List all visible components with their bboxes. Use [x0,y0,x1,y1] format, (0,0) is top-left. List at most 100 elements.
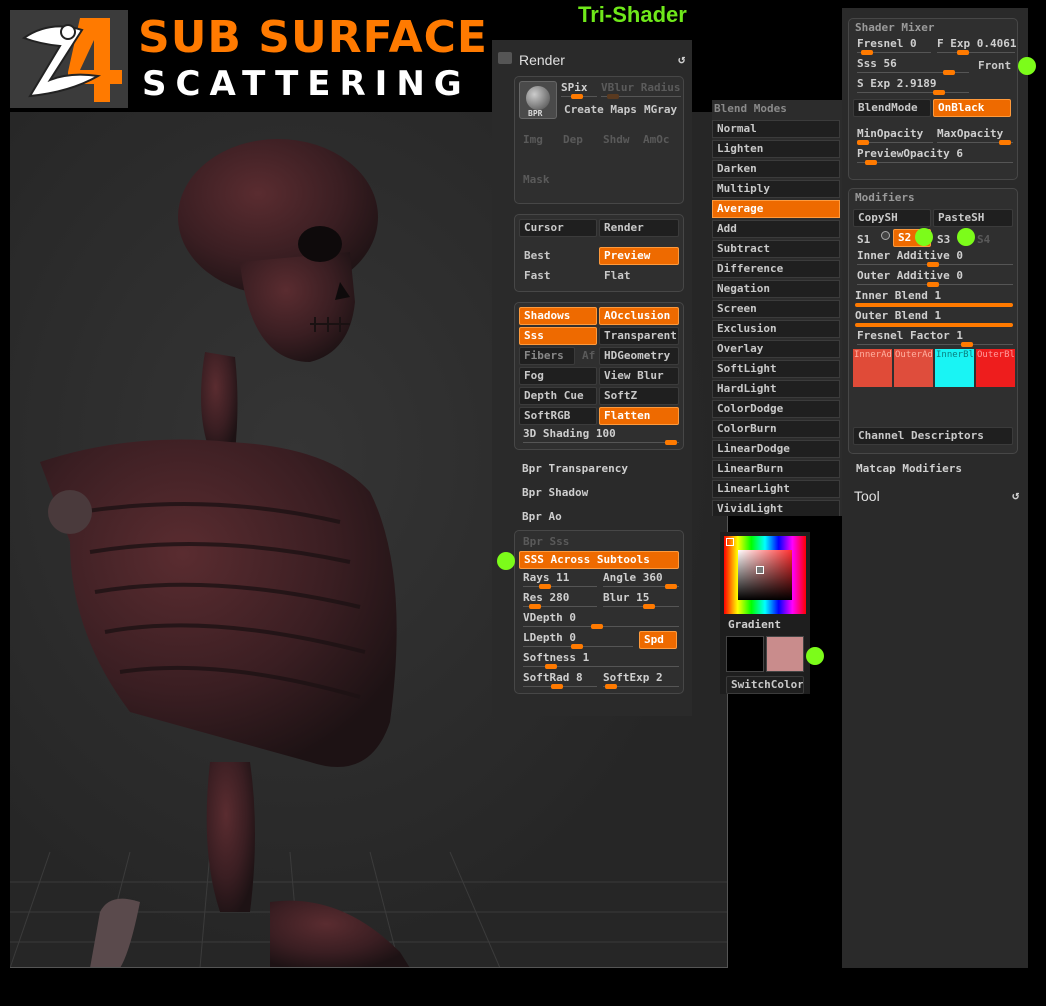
dep-label[interactable]: Dep [563,133,583,146]
fresnel-factor-slider[interactable]: Fresnel Factor 1 [857,329,1013,347]
render-panel-grip-icon[interactable] [498,52,512,64]
softz-button[interactable]: SoftZ [599,387,679,405]
pastesh-button[interactable]: PasteSH [933,209,1013,227]
s-exp-slider[interactable]: S Exp 2.9189 [857,77,969,95]
channel-descriptors-button[interactable]: Channel Descriptors [853,427,1013,445]
previewopacity-slider[interactable]: PreviewOpacity 6 [857,147,1013,165]
flatten-button[interactable]: Flatten [599,407,679,425]
softrgb-button[interactable]: SoftRGB [519,407,597,425]
outer-blend-slider[interactable]: Outer Blend 1 [855,309,1013,327]
shadows-button[interactable]: Shadows [519,307,597,325]
af-label[interactable]: Af [582,349,595,362]
blur-slider[interactable]: Blur 15 [603,591,679,609]
s1-radio-icon[interactable] [881,231,890,240]
sss-across-subtools-button[interactable]: SSS Across Subtools [519,551,679,569]
blend-mode-item[interactable]: Add [712,220,840,238]
spix-slider[interactable]: SPix [561,81,597,99]
bpr-sss-title[interactable]: Bpr Sss [523,535,569,548]
blend-mode-item[interactable]: ColorDodge [712,400,840,418]
switch-color-button[interactable]: SwitchColor [726,676,804,694]
inner-blend-slider[interactable]: Inner Blend 1 [855,289,1013,307]
inner-additive-slider[interactable]: Inner Additive 0 [857,249,1013,267]
sss-mixer-slider[interactable]: Sss 56 [857,57,969,75]
swatch-outer-blend[interactable]: OuterBle [976,349,1015,387]
blend-mode-item[interactable]: Screen [712,300,840,318]
blend-mode-item[interactable]: Subtract [712,240,840,258]
blend-mode-item[interactable]: Darken [712,160,840,178]
view-blur-button[interactable]: View Blur [599,367,679,385]
depth-cue-button[interactable]: Depth Cue [519,387,597,405]
mgray-button[interactable]: MGray [639,101,683,119]
refresh-icon[interactable]: ↺ [678,52,685,66]
angle-slider[interactable]: Angle 360 [603,571,679,589]
blend-mode-item[interactable]: Lighten [712,140,840,158]
s1-label[interactable]: S1 [857,233,870,246]
blend-mode-item[interactable]: LinearLight [712,480,840,498]
fresnel-slider[interactable]: Fresnel 0 [857,37,931,55]
blend-mode-item[interactable]: Average [712,200,840,218]
f-exp-slider[interactable]: F Exp 0.4061 [937,37,1016,55]
vdepth-slider[interactable]: VDepth 0 [523,611,679,629]
tool-title[interactable]: Tool [854,488,880,504]
bpr-transparency-item[interactable]: Bpr Transparency [522,462,628,475]
blend-mode-item[interactable]: Overlay [712,340,840,358]
softexp-slider[interactable]: SoftExp 2 [603,671,679,689]
tool-refresh-icon[interactable]: ↺ [1012,488,1019,502]
bpr-ao-item[interactable]: Bpr Ao [522,510,562,523]
img-label[interactable]: Img [523,133,543,146]
res-slider[interactable]: Res 280 [523,591,597,609]
blend-mode-item[interactable]: Normal [712,120,840,138]
vblur-radius-slider[interactable]: VBlur Radius [601,81,681,99]
s4-label[interactable]: S4 [977,233,990,246]
softness-slider[interactable]: Softness 1 [523,651,679,669]
gradient-label[interactable]: Gradient [728,618,781,631]
swatch-inner-additive[interactable]: InnerAdd [853,349,892,387]
transparent-button[interactable]: Transparent [599,327,679,345]
render-button[interactable]: Render [599,219,679,237]
blend-mode-item[interactable]: Difference [712,260,840,278]
aocclusion-button[interactable]: AOcclusion [599,307,679,325]
bpr-button[interactable]: BPR [519,81,557,119]
main-color-swatch[interactable] [726,636,764,672]
blend-mode-item[interactable]: Negation [712,280,840,298]
best-button[interactable]: Best [519,247,597,265]
blend-mode-item[interactable]: SoftLight [712,360,840,378]
amoc-label[interactable]: AmOc [643,133,670,146]
spd-button[interactable]: Spd [639,631,677,649]
hdgeometry-button[interactable]: HDGeometry [599,347,679,365]
maxopacity-slider[interactable]: MaxOpacity [937,127,1013,145]
blend-mode-item[interactable]: VividLight [712,500,840,516]
front-button[interactable]: Front [973,57,1015,75]
cursor-button[interactable]: Cursor [519,219,597,237]
minopacity-slider[interactable]: MinOpacity [857,127,933,145]
matcap-modifiers-item[interactable]: Matcap Modifiers [856,462,962,475]
outer-additive-slider[interactable]: Outer Additive 0 [857,269,1013,287]
blend-mode-item[interactable]: HardLight [712,380,840,398]
mask-label[interactable]: Mask [523,173,550,186]
softrad-slider[interactable]: SoftRad 8 [523,671,597,689]
preview-button[interactable]: Preview [599,247,679,265]
sss-button[interactable]: Sss [519,327,597,345]
fibers-button[interactable]: Fibers [519,347,575,365]
3d-shading-slider[interactable]: 3D Shading 100 [523,427,679,445]
blendmode-button[interactable]: BlendMode [853,99,931,117]
copysh-button[interactable]: CopySH [853,209,931,227]
create-maps-button[interactable]: Create Maps [559,101,637,119]
rays-slider[interactable]: Rays 11 [523,571,597,589]
blend-mode-item[interactable]: ColorBurn [712,420,840,438]
secondary-color-swatch[interactable] [766,636,804,672]
ldepth-slider[interactable]: LDepth 0 [523,631,633,649]
fast-button[interactable]: Fast [519,267,597,285]
s3-label[interactable]: S3 [937,233,950,246]
render-panel-title[interactable]: Render [519,52,565,68]
swatch-outer-additive[interactable]: OuterAdd [894,349,933,387]
blend-mode-item[interactable]: LinearDodge [712,440,840,458]
onblack-button[interactable]: OnBlack [933,99,1011,117]
blend-mode-item[interactable]: Multiply [712,180,840,198]
blend-mode-item[interactable]: LinearBurn [712,460,840,478]
bpr-shadow-item[interactable]: Bpr Shadow [522,486,588,499]
fog-button[interactable]: Fog [519,367,597,385]
flat-button[interactable]: Flat [599,267,679,285]
blend-mode-item[interactable]: Exclusion [712,320,840,338]
color-gradient-square[interactable] [724,536,806,614]
